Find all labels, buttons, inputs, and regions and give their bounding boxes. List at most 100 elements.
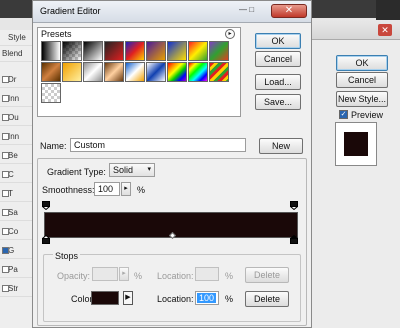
style-checkbox[interactable] [2, 266, 9, 273]
layer-style-close-icon[interactable]: ✕ [378, 24, 392, 36]
smoothness-stepper-icon[interactable]: ▸ [121, 182, 131, 196]
opacity-unit: % [134, 271, 143, 281]
style-list-item[interactable]: Str [0, 281, 34, 297]
chevron-down-icon: ▾ [147, 166, 151, 173]
opacity-location-input[interactable] [195, 267, 219, 281]
preset-swatch[interactable] [209, 62, 229, 82]
style-checkbox[interactable] [2, 285, 9, 292]
window-controls-icons[interactable]: — □ [239, 5, 254, 14]
color-location-input[interactable]: 100 [195, 291, 219, 305]
preset-swatch[interactable] [167, 62, 187, 82]
style-list-item[interactable]: Sa [0, 205, 34, 221]
style-checkbox[interactable] [2, 152, 9, 159]
presets-menu-icon[interactable]: ▸ [225, 29, 235, 39]
opacity-location-label: Location: [157, 271, 194, 281]
stop-color-swatch[interactable] [91, 291, 119, 305]
preset-swatch[interactable] [167, 41, 187, 61]
presets-label: Presets [41, 29, 72, 39]
preset-swatch-grid [41, 41, 233, 109]
style-list-item[interactable]: Inn [0, 129, 34, 145]
style-checkbox[interactable] [2, 209, 9, 216]
opacity-input[interactable] [92, 267, 118, 281]
style-list-item[interactable]: Pa [0, 262, 34, 278]
style-item-label: Pa [8, 265, 18, 274]
style-list-item[interactable]: G [0, 243, 34, 259]
styles-list-header[interactable]: Style [0, 30, 34, 46]
new-button[interactable]: New [259, 138, 303, 154]
preview-checkbox[interactable]: ✓ [339, 110, 348, 119]
style-list-item[interactable]: Ou [0, 110, 34, 126]
color-stop-right-icon[interactable] [290, 235, 298, 244]
name-input[interactable]: Custom [70, 138, 246, 152]
gradient-editor-title: Gradient Editor [40, 6, 101, 16]
preset-swatch[interactable] [83, 62, 103, 82]
color-menu-arrow-icon[interactable]: ▶ [123, 291, 133, 305]
preset-swatch[interactable] [125, 62, 145, 82]
style-item-label: Inn [8, 132, 20, 141]
load-button[interactable]: Load... [255, 74, 301, 90]
stops-label: Stops [53, 251, 81, 261]
preset-swatch[interactable] [104, 41, 124, 61]
style-checkbox[interactable] [2, 247, 9, 254]
style-checkbox[interactable] [2, 228, 9, 235]
color-stop-left-icon[interactable] [42, 235, 50, 244]
preset-swatch[interactable] [209, 41, 229, 61]
layer-style-ok-button[interactable]: OK [336, 55, 388, 71]
stops-group [43, 254, 301, 322]
opacity-label: Opacity: [57, 271, 91, 281]
smoothness-input[interactable]: 100 [94, 182, 120, 196]
preset-swatch[interactable] [41, 83, 61, 103]
layer-style-cancel-button[interactable]: Cancel [336, 72, 388, 88]
gradient-type-value: Solid [113, 165, 134, 175]
preview-label: Preview [351, 110, 384, 120]
preview-swatch [344, 132, 368, 156]
color-delete-button[interactable]: Delete [245, 291, 289, 307]
smoothness-unit: % [137, 185, 146, 195]
style-checkbox[interactable] [2, 190, 9, 197]
style-item-label: Co [8, 227, 19, 236]
blend-options-item[interactable]: Blend [0, 46, 34, 62]
color-location-unit: % [225, 294, 234, 304]
new-style-button[interactable]: New Style... [336, 91, 388, 107]
close-icon[interactable]: ✕ [271, 4, 307, 18]
preset-swatch[interactable] [125, 41, 145, 61]
opacity-stop-right-icon[interactable] [290, 201, 298, 210]
styles-list: Style Blend Dr Inn Ou Inn Be C T Sa Co G Pa Str [0, 30, 34, 328]
preset-swatch[interactable] [146, 62, 166, 82]
ok-button[interactable]: OK [255, 33, 301, 49]
gradient-type-label: Gradient Type: [47, 167, 106, 177]
style-item-label: Sa [8, 208, 18, 217]
style-checkbox[interactable] [2, 171, 9, 178]
style-list-item[interactable]: Inn [0, 91, 34, 107]
style-list-item[interactable]: Be [0, 148, 34, 164]
preset-swatch[interactable] [41, 62, 61, 82]
style-item-label: Dr [8, 75, 17, 84]
style-checkbox[interactable] [2, 114, 9, 121]
gradient-type-select[interactable]: Solid ▾ [109, 163, 155, 177]
style-checkbox[interactable] [2, 133, 9, 140]
style-list-item[interactable]: C [0, 167, 34, 183]
color-location-value: 100 [197, 293, 217, 303]
save-button[interactable]: Save... [255, 94, 301, 110]
opacity-stepper-icon[interactable]: ▸ [119, 267, 129, 281]
opacity-stop-left-icon[interactable] [42, 201, 50, 210]
style-list-item[interactable]: Dr [0, 72, 34, 88]
style-item-label: Ou [8, 113, 19, 122]
style-list-item[interactable]: Co [0, 224, 34, 240]
style-list-item[interactable]: T [0, 186, 34, 202]
smoothness-label: Smoothness: [42, 185, 95, 195]
gradient-editor-titlebar[interactable]: Gradient Editor — □ ✕ [33, 1, 311, 23]
style-checkbox[interactable] [2, 95, 9, 102]
preset-swatch[interactable] [41, 41, 61, 61]
preset-swatch[interactable] [62, 62, 82, 82]
opacity-delete-button[interactable]: Delete [245, 267, 289, 283]
preset-swatch[interactable] [62, 41, 82, 61]
preset-swatch[interactable] [188, 62, 208, 82]
preset-swatch[interactable] [83, 41, 103, 61]
preset-swatch[interactable] [146, 41, 166, 61]
preset-swatch[interactable] [188, 41, 208, 61]
preset-swatch[interactable] [104, 62, 124, 82]
style-checkbox[interactable] [2, 76, 9, 83]
cancel-button[interactable]: Cancel [255, 51, 301, 67]
opacity-location-unit: % [225, 271, 234, 281]
